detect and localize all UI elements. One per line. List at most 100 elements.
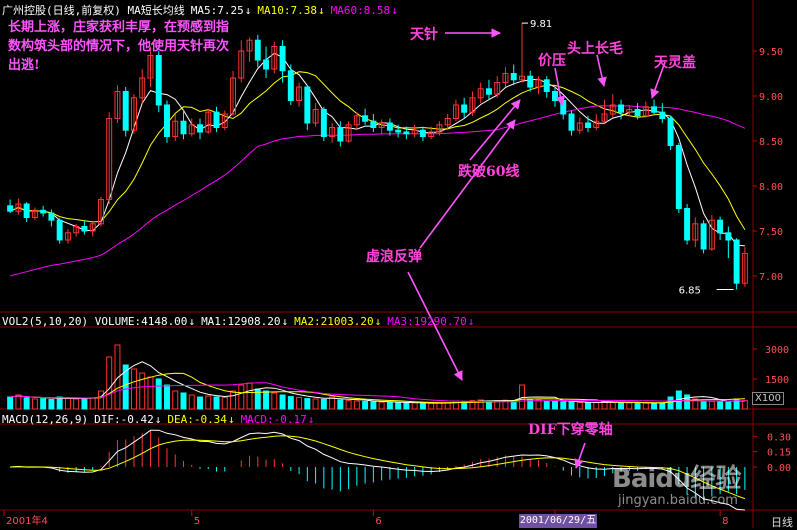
candle-body — [651, 106, 658, 113]
volume-bar — [40, 398, 47, 410]
date-tick-label: 8 — [722, 516, 728, 527]
volume-bar — [337, 399, 344, 410]
volume-bar — [411, 402, 418, 410]
low-label: 6.85 — [679, 286, 701, 297]
annotation-tianzhen: 天针 — [410, 27, 438, 43]
volume-bar — [568, 401, 575, 410]
volume-bar — [667, 396, 674, 410]
volume-bar — [230, 390, 237, 410]
volume-tick-label: 3000 — [765, 345, 789, 356]
candle-body — [23, 203, 30, 218]
candle-body — [667, 118, 674, 146]
volume-bar — [213, 396, 220, 410]
main-legend-item: MA10:7.38↓ — [257, 4, 325, 17]
vol-legend-item: VOL2(5,10,20) VOLUME:4148.00↓ — [2, 315, 196, 328]
candle-body — [122, 91, 129, 131]
volume-bar — [320, 398, 327, 410]
volume-bar — [353, 400, 360, 410]
volume-bar — [642, 402, 649, 410]
volume-bar — [188, 394, 195, 410]
volume-scale-badge[interactable]: X100 — [752, 392, 784, 405]
main-legend-item: MA5:7.25↓ — [190, 4, 252, 17]
down-arrow-icon: ↓ — [391, 4, 398, 17]
down-arrow-icon: ↓ — [188, 315, 196, 328]
volume-bar — [593, 402, 600, 410]
candle-body — [213, 111, 220, 128]
candle-body — [585, 122, 591, 128]
down-arrow-icon: ↓ — [281, 315, 289, 328]
volume-bar — [741, 400, 748, 410]
main-annotation: 长期上涨，庄家获利丰厚，在预感到指数构筑头部的情况下，他使用天针再次出逃! — [8, 20, 230, 73]
volume-bar — [287, 396, 294, 410]
macd-legend-item: DIF:-0.42↓ — [94, 413, 162, 426]
candle-body — [717, 219, 724, 234]
volume-bar — [48, 398, 55, 410]
main-legend-item: MA60:8.58↓ — [330, 4, 398, 17]
candle-body — [304, 86, 311, 124]
volume-bar — [651, 402, 658, 410]
volume-bar — [106, 356, 113, 410]
volume-bar — [535, 399, 542, 410]
candle-body — [700, 223, 707, 250]
volume-bar — [271, 392, 278, 410]
volume-bar — [164, 384, 170, 410]
volume-bar — [659, 402, 666, 410]
volume-bar — [64, 397, 71, 410]
watermark: Baidu经验 jingyan.baidu.com — [612, 458, 741, 508]
volume-bar — [180, 392, 187, 410]
candle-body — [287, 70, 294, 102]
candle-body — [675, 145, 682, 209]
annotation-jiaya: 价压 — [538, 53, 566, 69]
price-tick-label: 8.50 — [759, 137, 783, 148]
annotation-xulang: 虚浪反弹 — [366, 249, 422, 265]
main-legend: 广州控股(日线,前复权) MA短长均线 MA5:7.25↓ MA10:7.38↓ MA… — [2, 2, 404, 18]
macd-legend-item: MACD(12,26,9) — [2, 413, 89, 426]
candle-body — [254, 39, 261, 61]
volume-bar — [543, 400, 550, 410]
volume-bar — [436, 402, 443, 410]
volume-bar — [7, 396, 14, 410]
annotation-dif: DIF下穿零轴 — [528, 422, 613, 438]
macd-tick-label: 0.00 — [767, 463, 791, 474]
volume-bar — [684, 394, 691, 410]
macd-tick-label: 0.15 — [767, 448, 791, 459]
volume-bar — [155, 378, 162, 410]
volume-bar — [296, 396, 303, 410]
candle-body — [733, 239, 740, 284]
candle-body — [725, 232, 732, 241]
volume-bar — [725, 401, 732, 410]
volume-bar — [560, 401, 567, 410]
down-arrow-icon: ↓ — [467, 315, 475, 328]
volume-bar — [395, 402, 402, 410]
vol-legend-item: MA1:12908.20↓ — [201, 315, 289, 328]
candle-body — [568, 113, 575, 131]
annotation-diepo: 跌破60线 — [458, 164, 520, 180]
candle-body — [543, 79, 550, 93]
watermark-logo: Baidu经验 — [612, 464, 741, 494]
vol-legend-item: MA3:19290.70↓ — [387, 315, 475, 328]
volume-bar — [419, 402, 426, 410]
down-arrow-icon: ↓ — [244, 4, 252, 17]
annotation-toushang: 头上长毛 — [567, 41, 623, 57]
candle-body — [81, 226, 88, 232]
candle-body — [634, 109, 641, 117]
candle-body — [527, 75, 534, 88]
volume-bar — [205, 395, 212, 410]
annotation-tianlinggai: 天灵盖 — [654, 55, 696, 71]
annotation-arrow — [596, 54, 607, 87]
volume-bar — [312, 398, 319, 410]
candle-body — [370, 120, 377, 128]
candle-body — [510, 73, 517, 81]
volume-bar — [238, 384, 245, 410]
candle-body — [40, 209, 47, 214]
volume-bar — [130, 368, 137, 410]
watermark-url: jingyan.baidu.com — [618, 493, 738, 508]
candle-body — [362, 115, 369, 122]
candle-body — [279, 46, 286, 72]
volume-bar — [279, 394, 286, 410]
candle-body — [7, 205, 14, 212]
volume-bar — [362, 400, 369, 410]
candle-body — [485, 88, 492, 95]
volume-bar — [81, 398, 88, 410]
macd-tick-label: 0.30 — [767, 432, 791, 443]
